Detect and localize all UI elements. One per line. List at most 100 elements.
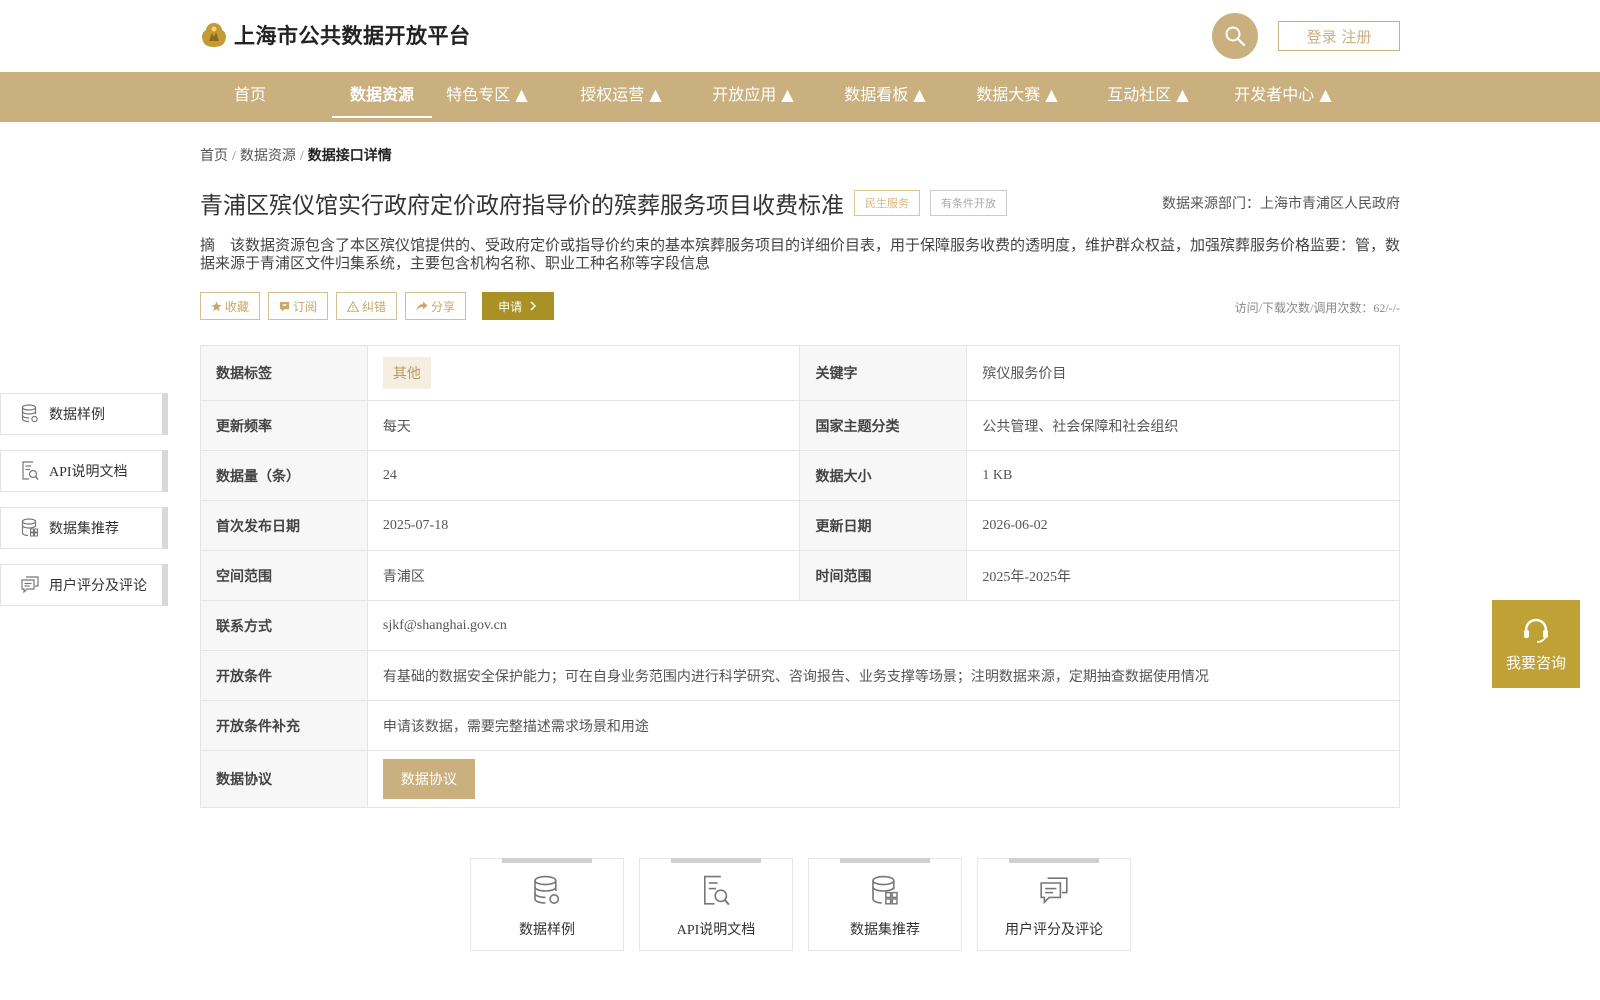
field-label: 空间范围 [200, 550, 368, 601]
table-row: 首次发布日期 2025-07-18 更新日期 2026-06-02 [200, 500, 1400, 551]
field-label: 数据量（条） [200, 450, 368, 501]
document-search-icon [22, 461, 39, 480]
sidebar-item-label: API说明文档 [49, 465, 128, 480]
field-label: 首次发布日期 [200, 500, 368, 551]
card-icon-wrap [640, 875, 792, 907]
field-label: 数据标签 [200, 345, 368, 401]
card-top-bar [671, 858, 761, 863]
card-recommend[interactable]: 数据集推荐 [808, 858, 962, 951]
comment-icon [1040, 877, 1068, 905]
field-label: 开放条件补充 [200, 700, 368, 751]
table-row: 数据量（条） 24 数据大小 1 KB [200, 450, 1400, 501]
dataset-summary: 摘 该数据资源包含了本区殡仪馆提供的、受政府定价或指导价约束的基本殡葬服务项目的… [200, 236, 1401, 272]
field-value: 2025年-2025年 [966, 550, 1400, 601]
warning-icon [347, 300, 360, 312]
card-top-bar [1009, 858, 1099, 863]
sidebar-item-api-doc[interactable]: API说明文档 [0, 450, 168, 492]
field-label: 开放条件 [200, 650, 368, 701]
nav-data-dashboard[interactable]: 数据看板 ▲ [844, 72, 925, 122]
dataset-title-row: 青浦区殡仪馆实行政府定价政府指导价的殡葬服务项目收费标准 民生服务 有条件开放 … [200, 188, 1400, 219]
comment-icon [21, 576, 39, 594]
apply-button[interactable]: 申请 [482, 292, 555, 320]
dataset-title: 青浦区殡仪馆实行政府定价政府指导价的殡葬服务项目收费标准 [200, 193, 844, 219]
card-label: 数据样例 [519, 923, 575, 938]
bookmark-icon [279, 301, 290, 312]
field-value: 2026-06-02 [966, 500, 1400, 551]
field-value: 申请该数据，需要完整描述需求场景和用途 [366, 700, 1401, 751]
subscribe-button[interactable]: 订阅 [268, 292, 329, 320]
card-api-doc[interactable]: API说明文档 [639, 858, 793, 951]
share-button[interactable]: 分享 [405, 292, 467, 320]
nav-data-resources[interactable]: 数据资源 [332, 72, 432, 118]
site-logo[interactable]: 上海市公共数据开放平台 [200, 20, 471, 50]
nav-data-contest[interactable]: 数据大赛 ▲ [976, 72, 1057, 122]
table-row: 数据标签 其他 关键字 殡仪服务价目 [200, 345, 1400, 401]
database-grid-icon [21, 518, 38, 537]
site-title: 上海市公共数据开放平台 [234, 24, 471, 48]
report-error-button[interactable]: 纠错 [336, 292, 398, 320]
share-icon [416, 301, 428, 311]
data-tag[interactable]: 其他 [382, 357, 431, 389]
card-comments[interactable]: 用户评分及评论 [977, 858, 1131, 951]
field-value: 2025-07-18 [366, 500, 801, 551]
table-row: 联系方式 sjkf@shanghai.gov.cn [200, 600, 1401, 651]
nav-open-apps[interactable]: 开放应用 ▲ [712, 72, 793, 122]
source-department: 数据来源部门：上海市青浦区人民政府 [1162, 197, 1400, 212]
sidebar-item-label: 数据集推荐 [49, 522, 119, 537]
open-type-tag: 有条件开放 [930, 190, 1007, 216]
nav-home[interactable]: 首页 [234, 72, 266, 122]
field-label: 更新频率 [200, 400, 368, 451]
field-label: 数据大小 [799, 450, 968, 501]
field-label: 更新日期 [799, 500, 968, 551]
field-value: 24 [366, 450, 801, 501]
breadcrumb-separator: / [232, 149, 236, 164]
breadcrumb-section[interactable]: 数据资源 [240, 149, 296, 164]
data-protocol-button[interactable]: 数据协议 [382, 759, 475, 799]
breadcrumb-home[interactable]: 首页 [200, 149, 228, 164]
nav-special-zone[interactable]: 特色专区 ▲ [446, 72, 527, 122]
sidebar-item-recommend[interactable]: 数据集推荐 [0, 507, 168, 549]
field-value: 数据协议 [366, 750, 1401, 808]
search-button[interactable] [1212, 13, 1258, 59]
database-gear-icon [534, 875, 560, 904]
sidebar-item-label: 数据样例 [49, 408, 105, 423]
nav-developer-center[interactable]: 开发者中心 ▲ [1234, 72, 1331, 122]
card-top-bar [502, 858, 592, 863]
card-label: 用户评分及评论 [1005, 923, 1103, 938]
logo-icon [202, 23, 226, 47]
nav-authorized-operation[interactable]: 授权运营 ▲ [580, 72, 661, 122]
sidebar-item-comments[interactable]: 用户评分及评论 [0, 564, 168, 606]
database-grid-icon [872, 875, 898, 905]
field-label: 时间范围 [799, 550, 968, 601]
field-label: 关键字 [799, 345, 968, 401]
visit-stats: 访问/下载次数/调用次数：62/-/- [1234, 301, 1400, 315]
breadcrumb-current: 数据接口详情 [307, 149, 392, 164]
card-data-sample[interactable]: 数据样例 [470, 858, 624, 951]
field-label: 数据协议 [200, 750, 368, 808]
field-value: 青浦区 [366, 550, 801, 601]
card-label: API说明文档 [676, 923, 756, 938]
table-row: 开放条件 有基础的数据安全保护能力；可在自身业务范围内进行科学研究、咨询报告、业… [200, 650, 1401, 701]
card-icon-wrap [809, 875, 961, 907]
consult-label: 我要咨询 [1505, 653, 1566, 672]
favorite-button[interactable]: 收藏 [200, 292, 261, 320]
headset-icon [1524, 618, 1548, 643]
report-error-label: 纠错 [362, 299, 387, 314]
field-value: 1 KB [966, 450, 1400, 501]
login-register-button[interactable]: 登录 注册 [1278, 21, 1400, 51]
database-gear-icon [21, 404, 38, 423]
sidebar-item-data-sample[interactable]: 数据样例 [0, 393, 168, 435]
apply-label: 申请 [498, 299, 523, 314]
table-row: 数据协议 数据协议 [200, 750, 1401, 808]
breadcrumb-separator: / [299, 149, 304, 164]
favorite-label: 收藏 [225, 299, 250, 314]
search-icon [1225, 26, 1246, 47]
nav-community[interactable]: 互动社区 ▲ [1107, 72, 1188, 122]
consult-button[interactable]: 我要咨询 [1492, 600, 1580, 688]
card-icon-wrap [471, 875, 623, 907]
dataset-info-table: 数据标签 其他 关键字 殡仪服务价目 更新频率 每天 国家主题分类 公共管理、社… [200, 345, 1401, 808]
share-label: 分享 [431, 299, 456, 314]
card-icon-wrap [978, 875, 1130, 907]
star-icon [211, 300, 222, 311]
table-row: 开放条件补充 申请该数据，需要完整描述需求场景和用途 [200, 700, 1401, 751]
